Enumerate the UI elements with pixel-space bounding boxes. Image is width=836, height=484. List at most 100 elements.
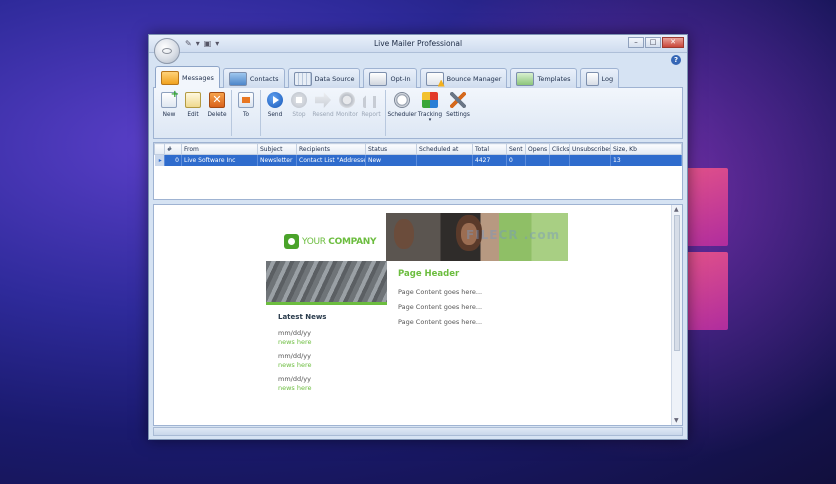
templates-icon (516, 71, 535, 86)
tab-templates[interactable]: Templates (510, 68, 577, 88)
tracking-button[interactable]: Tracking ▾ (416, 90, 444, 136)
cell-size: 13 (610, 154, 682, 166)
scroll-up-icon[interactable]: ▲ (674, 206, 679, 213)
resend-button[interactable]: Resend (311, 90, 335, 136)
stop-button[interactable]: Stop (287, 90, 311, 136)
news-section: Latest News mm/dd/yy news here mm/dd/yy … (266, 305, 387, 393)
column-header[interactable]: # (164, 143, 182, 155)
contacts-icon (228, 71, 247, 86)
resend-arrow-icon (315, 92, 331, 108)
cell-recipients: Contact List "Addresses" (296, 154, 366, 166)
messages-icon (161, 70, 179, 85)
cell-from: Live Software Inc (181, 154, 258, 166)
settings-button[interactable]: Settings (444, 90, 472, 136)
messages-grid: # From Subject Recipients Status Schedul… (153, 142, 683, 200)
scroll-down-icon[interactable]: ▼ (674, 417, 679, 424)
stop-icon (291, 92, 307, 108)
cell-scheduled (416, 154, 473, 166)
status-bar (153, 427, 683, 436)
opt-in-icon (369, 71, 388, 86)
tab-messages[interactable]: Messages (155, 66, 220, 88)
new-button[interactable]: New (157, 89, 181, 136)
tab-data-source[interactable]: Data Source (287, 68, 361, 88)
watermark: FILECR .com (466, 228, 561, 242)
maximize-button[interactable]: □ (645, 37, 661, 48)
list-item: mm/dd/yy news here (278, 352, 312, 369)
scroll-thumb[interactable] (674, 215, 680, 351)
dropdown-arrow-icon: ▾ (428, 117, 432, 123)
table-row[interactable]: ▸ 0 Live Software Inc Newsletter Contact… (154, 154, 682, 166)
ribbon-tabs: ? Messages Contacts Data Source Opt-In B… (149, 53, 687, 88)
email-main: Page Header Page Content goes here... Pa… (387, 261, 568, 398)
tracking-icon (422, 92, 438, 108)
column-header[interactable]: From (181, 143, 258, 155)
row-selector-icon[interactable]: ▸ (154, 154, 165, 166)
email-header: YOUR COMPANY FILECR .com (266, 213, 568, 261)
column-header[interactable]: Size, Kb (610, 143, 682, 155)
delete-icon: ✕ (209, 92, 225, 108)
play-icon (267, 92, 283, 108)
page-content: Page Content goes here... (398, 288, 483, 296)
scheduler-button[interactable]: Scheduler (387, 90, 417, 136)
ribbon-group-message: New Edit ✕Delete (157, 89, 232, 136)
message-preview[interactable]: YOUR COMPANY FILECR .com Latest News mm/… (153, 204, 683, 426)
windows-logo (686, 168, 728, 330)
title-bar: ✎ ▾ ▣ ▾ Live Mailer Professional – □ ✕ (149, 35, 687, 64)
report-button[interactable]: Report (359, 90, 383, 136)
column-header[interactable]: Recipients (296, 143, 366, 155)
email-sidebar: Latest News mm/dd/yy news here mm/dd/yy … (266, 261, 387, 398)
tab-label: Contacts (249, 74, 279, 83)
app-menu-button[interactable] (154, 38, 180, 64)
column-header[interactable]: Unsubscribes (569, 143, 611, 155)
column-header[interactable]: Subject (257, 143, 297, 155)
bar-chart-icon (363, 93, 379, 108)
page-content: Page Content goes here... (398, 318, 483, 326)
send-button[interactable]: Send (263, 90, 287, 136)
cell-num: 0 (164, 154, 182, 166)
preview-scrollbar[interactable]: ▲ ▼ (671, 205, 682, 425)
building-photo (266, 261, 387, 305)
to-button[interactable]: To (234, 90, 258, 136)
person-photo (394, 219, 414, 249)
help-icon[interactable]: ? (671, 55, 681, 65)
page-header: Page Header (398, 269, 460, 279)
tab-label: Opt-In (390, 74, 411, 83)
close-button[interactable]: ✕ (662, 37, 684, 48)
new-icon (161, 89, 179, 108)
column-header[interactable]: Total (472, 143, 507, 155)
cell-sent: 0 (506, 154, 526, 166)
ribbon-group-tools: Scheduler Tracking ▾ Settings (387, 90, 474, 136)
monitor-button[interactable]: Monitor (335, 90, 359, 136)
column-header[interactable]: Clicks (549, 143, 570, 155)
tab-opt-in[interactable]: Opt-In (363, 68, 417, 88)
column-header[interactable]: Status (365, 143, 417, 155)
tab-contacts[interactable]: Contacts (222, 68, 285, 88)
minimize-button[interactable]: – (628, 37, 644, 48)
cell-unsubscribes (569, 154, 611, 166)
window-controls: – □ ✕ (628, 37, 684, 48)
cell-clicks (549, 154, 570, 166)
column-header[interactable]: Sent (506, 143, 526, 155)
app-window: ✎ ▾ ▣ ▾ Live Mailer Professional – □ ✕ ?… (148, 34, 688, 440)
cell-status: New (365, 154, 417, 166)
logo-text: YOUR COMPANY (302, 236, 377, 247)
company-logo: YOUR COMPANY (284, 234, 377, 249)
tab-label: Bounce Manager (446, 74, 502, 83)
tab-log[interactable]: Log (579, 68, 620, 88)
delete-button[interactable]: ✕ Delete (205, 90, 229, 136)
column-header[interactable]: Scheduled at (416, 143, 473, 155)
logo-mark-icon (284, 234, 299, 249)
address-book-icon (238, 92, 254, 108)
list-item: mm/dd/yy news here (278, 375, 312, 392)
grid-header-row: # From Subject Recipients Status Schedul… (154, 143, 682, 155)
list-item: mm/dd/yy news here (278, 329, 312, 346)
edit-button[interactable]: Edit (181, 90, 205, 136)
tab-label: Log (601, 74, 614, 83)
page-content: Page Content goes here... (398, 303, 483, 311)
tab-bounce-manager[interactable]: Bounce Manager (419, 68, 508, 88)
monitor-gear-icon (339, 92, 355, 108)
cell-opens (525, 154, 550, 166)
cell-total: 4427 (472, 154, 507, 166)
row-indicator-header (154, 143, 165, 155)
column-header[interactable]: Opens (525, 143, 550, 155)
